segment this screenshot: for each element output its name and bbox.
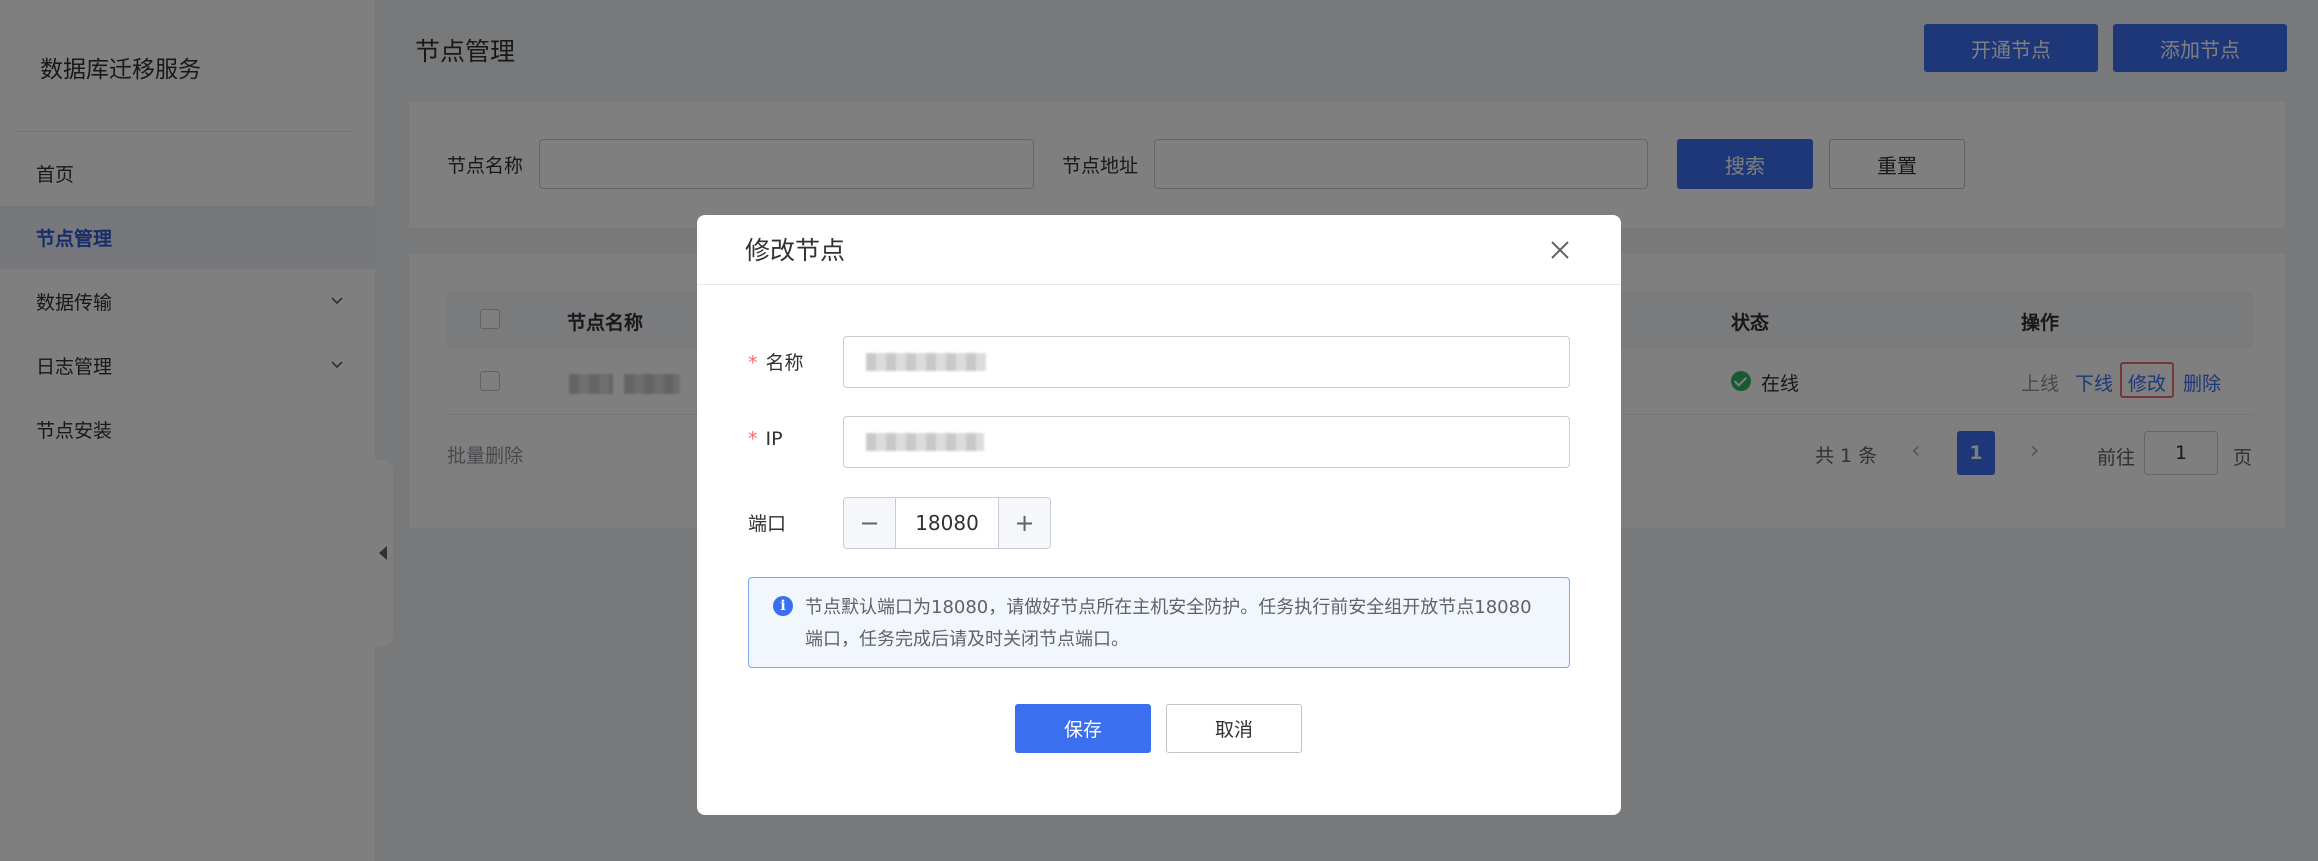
save-button[interactable]: 保存 (1015, 704, 1151, 753)
redacted-text (866, 433, 984, 451)
name-input[interactable] (843, 336, 1570, 388)
decrease-button[interactable]: − (844, 498, 896, 548)
port-input[interactable]: 18080 (896, 498, 998, 548)
cancel-button[interactable]: 取消 (1166, 704, 1302, 753)
redacted-text (866, 353, 986, 371)
port-info-alert: i 节点默认端口为18080，请做好节点所在主机安全防护。任务执行前安全组开放节… (748, 577, 1570, 668)
name-label-text: 名称 (765, 352, 804, 374)
ip-field-label: * IP (748, 428, 783, 450)
info-text: 节点默认端口为18080，请做好节点所在主机安全防护。任务执行前安全组开放节点1… (805, 597, 1532, 650)
edit-node-dialog: 修改节点 * 名称 * IP 端口 − 18080 + i 节点默认端口为18080… (697, 215, 1621, 815)
ip-label-text: IP (765, 428, 783, 450)
close-icon[interactable] (1549, 239, 1571, 261)
dialog-title: 修改节点 (745, 236, 846, 265)
name-field-label: * 名称 (748, 348, 804, 375)
ip-input[interactable] (843, 416, 1570, 468)
increase-button[interactable]: + (998, 498, 1050, 548)
port-stepper: − 18080 + (843, 497, 1051, 549)
port-field-label: 端口 (748, 513, 787, 535)
info-icon: i (773, 596, 793, 616)
required-mark: * (748, 352, 758, 374)
required-mark: * (748, 428, 758, 450)
dialog-divider (697, 284, 1621, 285)
